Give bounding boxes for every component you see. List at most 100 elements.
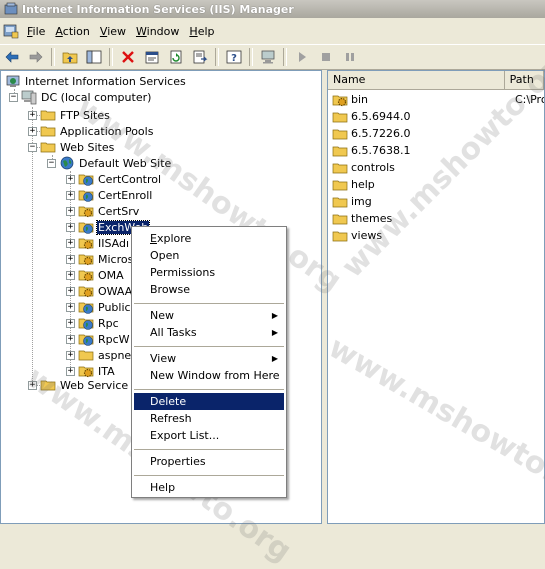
- tree-label: ITA: [97, 365, 116, 378]
- list-item[interactable]: img: [332, 193, 372, 210]
- svg-text:?: ?: [231, 53, 237, 64]
- tree-item-public[interactable]: + Public: [66, 299, 132, 315]
- list-item[interactable]: 6.5.6944.0: [332, 108, 410, 125]
- up-one-level-button[interactable]: [60, 47, 80, 67]
- tree-item-default-web-site[interactable]: − Default Web Site: [47, 155, 172, 171]
- collapse-toggle[interactable]: −: [9, 93, 18, 102]
- tree-label: Micros: [97, 253, 134, 266]
- help-button[interactable]: ?: [224, 47, 244, 67]
- column-header-path[interactable]: Path: [505, 71, 544, 89]
- tree-item-web-sites[interactable]: − Web Sites: [28, 139, 115, 155]
- connect-computer-button[interactable]: [258, 47, 278, 67]
- tree-item-microsoft-server-activesync[interactable]: + Micros: [66, 251, 134, 267]
- title-bar[interactable]: Internet Information Services (IIS) Mana…: [0, 0, 545, 18]
- expand-toggle[interactable]: +: [66, 207, 75, 216]
- tree-item-iis-root[interactable]: Internet Information Services: [5, 73, 187, 89]
- expand-toggle[interactable]: +: [28, 127, 37, 136]
- list-item[interactable]: bin: [332, 91, 368, 108]
- expand-toggle[interactable]: +: [66, 335, 75, 344]
- tree-item-computer[interactable]: − DC (local computer): [9, 89, 152, 105]
- expand-toggle[interactable]: +: [66, 255, 75, 264]
- expand-toggle[interactable]: +: [66, 175, 75, 184]
- list-item[interactable]: help: [332, 176, 375, 193]
- expand-toggle[interactable]: +: [66, 239, 75, 248]
- tree-label: IISAdı: [97, 237, 130, 250]
- start-button[interactable]: [292, 47, 312, 67]
- expand-toggle[interactable]: +: [66, 303, 75, 312]
- export-list-button[interactable]: [190, 47, 210, 67]
- tree-item-certsrv[interactable]: + CertSrv: [66, 203, 140, 219]
- stop-button[interactable]: [316, 47, 336, 67]
- menu-item-new[interactable]: New▶: [134, 307, 284, 324]
- tree-item-rpc[interactable]: + Rpc: [66, 315, 120, 331]
- menu-item-all-tasks[interactable]: All Tasks▶: [134, 324, 284, 341]
- menu-item-browse[interactable]: Browse: [134, 281, 284, 298]
- tree-item-rpcwithcert[interactable]: + RpcW: [66, 331, 131, 347]
- tree-item-iisadmin[interactable]: + IISAdı: [66, 235, 130, 251]
- tree-item-aspnet-client[interactable]: + aspne: [66, 347, 132, 363]
- delete-button[interactable]: [118, 47, 138, 67]
- list-item-name: views: [351, 229, 382, 242]
- pause-button[interactable]: [340, 47, 360, 67]
- refresh-button[interactable]: [166, 47, 186, 67]
- tree-item-certcontrol[interactable]: + CertControl: [66, 171, 162, 187]
- expand-toggle[interactable]: +: [66, 271, 75, 280]
- pause-icon: [344, 51, 356, 63]
- menu-help[interactable]: Help: [187, 25, 222, 38]
- list-item[interactable]: views: [332, 227, 382, 244]
- expand-toggle[interactable]: +: [66, 223, 75, 232]
- menu-item-label: Browse: [150, 283, 190, 296]
- menu-item-help[interactable]: Help: [134, 479, 284, 496]
- menu-action[interactable]: Action: [53, 25, 97, 38]
- show-hide-tree-button[interactable]: [84, 47, 104, 67]
- collapse-toggle[interactable]: −: [47, 159, 56, 168]
- list-item[interactable]: 6.5.7226.0: [332, 125, 410, 142]
- menu-item-label: Refresh: [150, 412, 192, 425]
- virtual-directory-icon: [78, 299, 94, 315]
- menu-item-explore[interactable]: Explore: [134, 230, 284, 247]
- expand-toggle[interactable]: +: [66, 287, 75, 296]
- application-gear-icon: [78, 267, 94, 283]
- application-gear-icon: [78, 235, 94, 251]
- forward-button[interactable]: [26, 47, 46, 67]
- tree-item-oma[interactable]: + OMA: [66, 267, 125, 283]
- menu-item-label: View: [150, 352, 176, 365]
- properties-button[interactable]: [142, 47, 162, 67]
- menu-item-refresh[interactable]: Refresh: [134, 410, 284, 427]
- column-header-name[interactable]: Name: [328, 71, 505, 89]
- menu-item-delete[interactable]: Delete: [134, 393, 284, 410]
- collapse-toggle[interactable]: −: [28, 143, 37, 152]
- menu-view[interactable]: View: [98, 25, 134, 38]
- expand-toggle[interactable]: +: [28, 381, 37, 390]
- menu-item-open[interactable]: Open: [134, 247, 284, 264]
- tree-item-owa[interactable]: + OWAA: [66, 283, 133, 299]
- menu-item-view[interactable]: View▶: [134, 350, 284, 367]
- expand-toggle[interactable]: +: [66, 367, 75, 376]
- expand-toggle[interactable]: +: [66, 351, 75, 360]
- menu-file[interactable]: File: [25, 25, 53, 38]
- back-button[interactable]: [2, 47, 22, 67]
- menu-window[interactable]: Window: [134, 25, 187, 38]
- menu-item-permissions[interactable]: Permissions: [134, 264, 284, 281]
- tree-label: OMA: [97, 269, 125, 282]
- menu-item-export-list[interactable]: Export List...: [134, 427, 284, 444]
- menu-item-properties[interactable]: Properties: [134, 453, 284, 470]
- details-pane[interactable]: Name Path bin C:\Pro 6.5.6944.0 6.5.7226…: [327, 70, 545, 524]
- expand-toggle[interactable]: +: [28, 111, 37, 120]
- mmc-console-icon[interactable]: [3, 23, 19, 39]
- list-item[interactable]: themes: [332, 210, 392, 227]
- folder-icon: [332, 126, 348, 142]
- list-item[interactable]: controls: [332, 159, 395, 176]
- tree-item-application-pools[interactable]: + Application Pools: [28, 123, 154, 139]
- tree-item-web-service-extensions[interactable]: + Web Service E: [28, 377, 140, 393]
- folder-icon: [40, 139, 56, 155]
- stop-icon: [320, 51, 332, 63]
- expand-toggle[interactable]: +: [66, 319, 75, 328]
- tree-item-ftp-sites[interactable]: + FTP Sites: [28, 107, 111, 123]
- expand-toggle[interactable]: +: [66, 191, 75, 200]
- tree-label: CertSrv: [97, 205, 140, 218]
- computer-icon: [21, 89, 37, 105]
- tree-item-certenroll[interactable]: + CertEnroll: [66, 187, 153, 203]
- list-item[interactable]: 6.5.7638.1: [332, 142, 410, 159]
- menu-item-new-window[interactable]: New Window from Here: [134, 367, 284, 384]
